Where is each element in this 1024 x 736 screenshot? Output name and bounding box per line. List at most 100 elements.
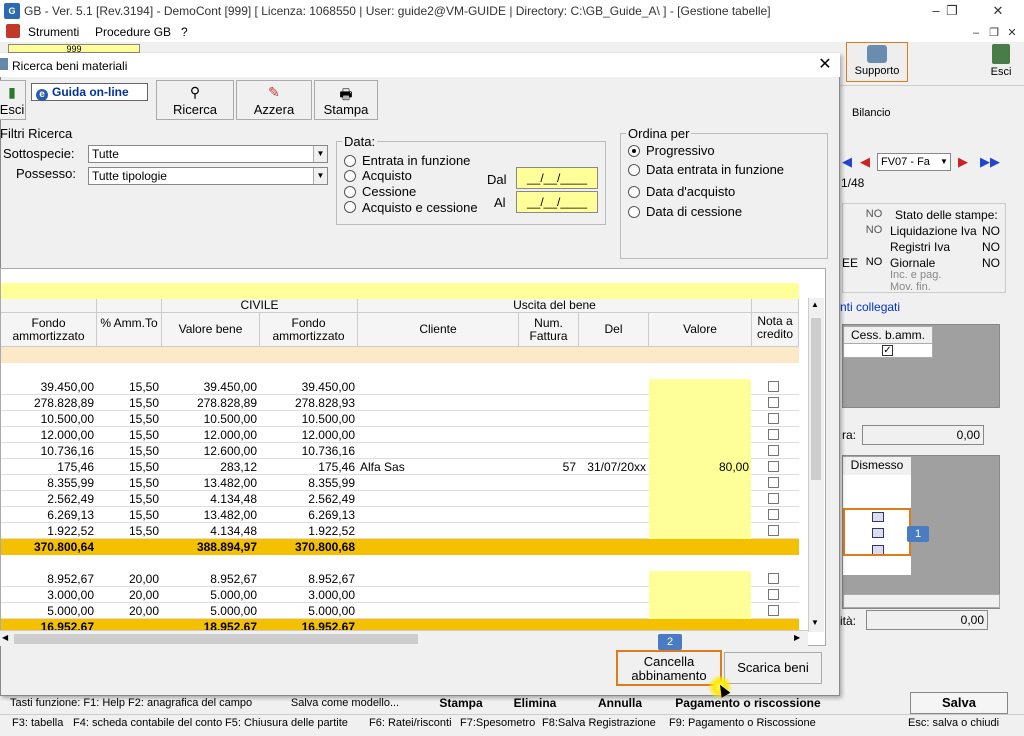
col-fondo-amm-civile[interactable]: Fondo ammortizzato bbox=[260, 313, 358, 347]
scroll-down-icon[interactable]: ▼ bbox=[811, 618, 819, 627]
dal-label: Dal bbox=[487, 172, 507, 187]
col-fondo-amm[interactable]: Fondo ammortizzato bbox=[1, 313, 97, 347]
radio-acquisto[interactable] bbox=[344, 170, 356, 182]
nota-credito-checkbox[interactable] bbox=[768, 589, 779, 600]
checkbox-checked-icon[interactable]: ✓ bbox=[882, 345, 893, 356]
scroll-left-icon[interactable]: ◀ bbox=[2, 633, 8, 642]
table-row[interactable]: 8.952,67 20,00 8.952,67 8.952,67 bbox=[1, 571, 799, 587]
possesso-select[interactable]: Tutte tipologie ▼ bbox=[88, 167, 328, 185]
ra-field[interactable]: 0,00 bbox=[862, 425, 984, 445]
scroll-up-icon[interactable]: ▲ bbox=[811, 300, 819, 309]
hscroll-thumb[interactable] bbox=[14, 634, 418, 644]
table-row[interactable]: 3.000,00 20,00 5.000,00 3.000,00 bbox=[1, 587, 799, 603]
salva-button[interactable]: Salva bbox=[910, 692, 1008, 714]
col-nota-credito[interactable]: Nota a credito bbox=[752, 313, 799, 347]
grid-hscrollbar[interactable]: ◀ ▶ bbox=[0, 630, 808, 646]
menu-strumenti[interactable]: Strumenti bbox=[28, 25, 79, 39]
table-row[interactable]: 10.736,16 15,50 12.600,00 10.736,16 bbox=[1, 443, 799, 459]
close-window-icon[interactable]: ✕ bbox=[986, 2, 1010, 20]
col-del[interactable]: Del bbox=[579, 313, 649, 347]
mdi-close-icon[interactable]: ✕ bbox=[1000, 24, 1024, 42]
nota-credito-checkbox[interactable] bbox=[768, 429, 779, 440]
nota-credito-checkbox[interactable] bbox=[768, 461, 779, 472]
nota-credito-checkbox[interactable] bbox=[768, 445, 779, 456]
table-row[interactable]: 5.000,00 20,00 5.000,00 5.000,00 bbox=[1, 603, 799, 619]
table-row[interactable]: 12.000,00 15,50 12.000,00 12.000,00 bbox=[1, 427, 799, 443]
nota-credito-checkbox[interactable] bbox=[768, 477, 779, 488]
cess-cell[interactable]: ✓ bbox=[843, 343, 933, 358]
app-title: GB - Ver. 5.1 [Rev.3194] - DemoCont [999… bbox=[24, 4, 771, 18]
nota-credito-checkbox[interactable] bbox=[768, 397, 779, 408]
azzera-button[interactable]: ✎ Azzera bbox=[236, 80, 312, 120]
table-cell: 31/07/20xx bbox=[587, 460, 646, 474]
ita-field[interactable]: 0,00 bbox=[866, 610, 988, 630]
radio-data-acquisto[interactable] bbox=[628, 186, 640, 198]
guida-online-button[interactable]: e Guida on-line bbox=[31, 83, 148, 101]
table-row[interactable]: 1.922,52 15,50 4.134,48 1.922,52 bbox=[1, 523, 799, 539]
table-row[interactable]: 175,46 15,50 283,12 175,46 Alfa Sas 57 31/07/2… bbox=[1, 459, 799, 475]
nav-prev-icon[interactable]: ◀ bbox=[858, 155, 872, 169]
stampa-dialog-button[interactable]: 🖶 Stampa bbox=[314, 80, 378, 120]
nav-next-icon[interactable]: ▶ bbox=[956, 155, 970, 169]
table-row[interactable]: 278.828,89 15,50 278.828,89 278.828,93 bbox=[1, 395, 799, 411]
tab-bilancio[interactable]: Bilancio bbox=[852, 107, 891, 119]
scroll-right-icon[interactable]: ▶ bbox=[794, 633, 800, 642]
nota-credito-checkbox[interactable] bbox=[768, 493, 779, 504]
table-row[interactable]: 8.355,99 15,50 13.482,00 8.355,99 bbox=[1, 475, 799, 491]
grid-vscrollbar[interactable]: ▲ ▼ bbox=[808, 298, 824, 632]
table-row[interactable]: 6.269,13 15,50 13.482,00 6.269,13 bbox=[1, 507, 799, 523]
table-row[interactable]: 2.562,49 15,50 4.134,48 2.562,49 bbox=[1, 491, 799, 507]
nota-credito-checkbox[interactable] bbox=[768, 413, 779, 424]
nota-credito-checkbox[interactable] bbox=[768, 509, 779, 520]
scroll-thumb[interactable] bbox=[811, 318, 821, 480]
restore-icon[interactable]: ❐ bbox=[940, 2, 964, 20]
radio-data-entrata[interactable] bbox=[628, 164, 640, 176]
supporto-button[interactable]: Supporto bbox=[846, 42, 908, 82]
chevron-down-icon[interactable]: ▼ bbox=[940, 154, 950, 170]
chevron-down-icon[interactable]: ▼ bbox=[313, 168, 327, 184]
radio-cessione[interactable] bbox=[344, 186, 356, 198]
salva-modello-button[interactable]: Salva come modello... bbox=[270, 695, 420, 713]
status-item: F6: Ratei/risconti bbox=[369, 717, 452, 729]
col-perc-amm[interactable]: % Amm.To bbox=[97, 313, 162, 347]
nota-credito-checkbox[interactable] bbox=[768, 605, 779, 616]
toolbar-field[interactable]: 999 bbox=[8, 44, 140, 53]
al-label: Al bbox=[494, 195, 506, 210]
radio-entrata[interactable] bbox=[344, 155, 356, 167]
annulla-button[interactable]: Annulla bbox=[580, 695, 660, 713]
radio-progressivo[interactable] bbox=[628, 145, 640, 157]
table-cell: 8.952,67 bbox=[47, 572, 94, 586]
sottospecie-select[interactable]: Tutte ▼ bbox=[88, 145, 328, 163]
nav-last-icon[interactable]: ▶▶ bbox=[980, 155, 1000, 169]
stampa-main-button[interactable]: Stampa bbox=[430, 695, 492, 713]
grid-header bbox=[1, 299, 97, 313]
nota-credito-checkbox[interactable] bbox=[768, 381, 779, 392]
table-cell: 1.922,52 bbox=[308, 524, 355, 538]
ricerca-button[interactable]: ⚲ Ricerca bbox=[156, 80, 234, 120]
radio-data-cessione[interactable] bbox=[628, 206, 640, 218]
esci-main-button[interactable]: Esci bbox=[985, 44, 1017, 82]
pagamento-button[interactable]: Pagamento o riscossione bbox=[668, 695, 828, 713]
table-row[interactable]: 39.450,00 15,50 39.450,00 39.450,00 bbox=[1, 379, 799, 395]
nav-first-icon[interactable]: ◀ bbox=[840, 155, 854, 169]
col-valore-bene[interactable]: Valore bene bbox=[162, 313, 260, 347]
dialog-esci-button[interactable]: ▮ Esci bbox=[0, 80, 26, 120]
documenti-collegati-link[interactable]: nti collegati bbox=[840, 300, 900, 314]
col-cliente[interactable]: Cliente bbox=[358, 313, 519, 347]
scarica-beni-button[interactable]: Scarica beni bbox=[724, 652, 822, 684]
nota-credito-checkbox[interactable] bbox=[768, 573, 779, 584]
nota-credito-checkbox[interactable] bbox=[768, 525, 779, 536]
col-num-fattura[interactable]: Num. Fattura bbox=[519, 313, 579, 347]
elimina-button[interactable]: Elimina bbox=[500, 695, 570, 713]
table-row[interactable]: 10.500,00 15,50 10.500,00 10.500,00 bbox=[1, 411, 799, 427]
menu-help[interactable]: ? bbox=[181, 25, 188, 39]
right-hscrollbar[interactable] bbox=[843, 594, 1000, 608]
stampa-value: NO bbox=[982, 240, 1000, 254]
dal-field[interactable]: __/__/____ bbox=[516, 167, 598, 189]
chevron-down-icon[interactable]: ▼ bbox=[313, 146, 327, 162]
al-field[interactable]: __/__/____ bbox=[516, 191, 598, 213]
radio-acq-cess[interactable] bbox=[344, 201, 356, 213]
dialog-close-icon[interactable]: ✕ bbox=[816, 56, 834, 74]
menu-procedure-gb[interactable]: Procedure GB bbox=[95, 25, 171, 39]
col-valore[interactable]: Valore bbox=[649, 313, 752, 347]
